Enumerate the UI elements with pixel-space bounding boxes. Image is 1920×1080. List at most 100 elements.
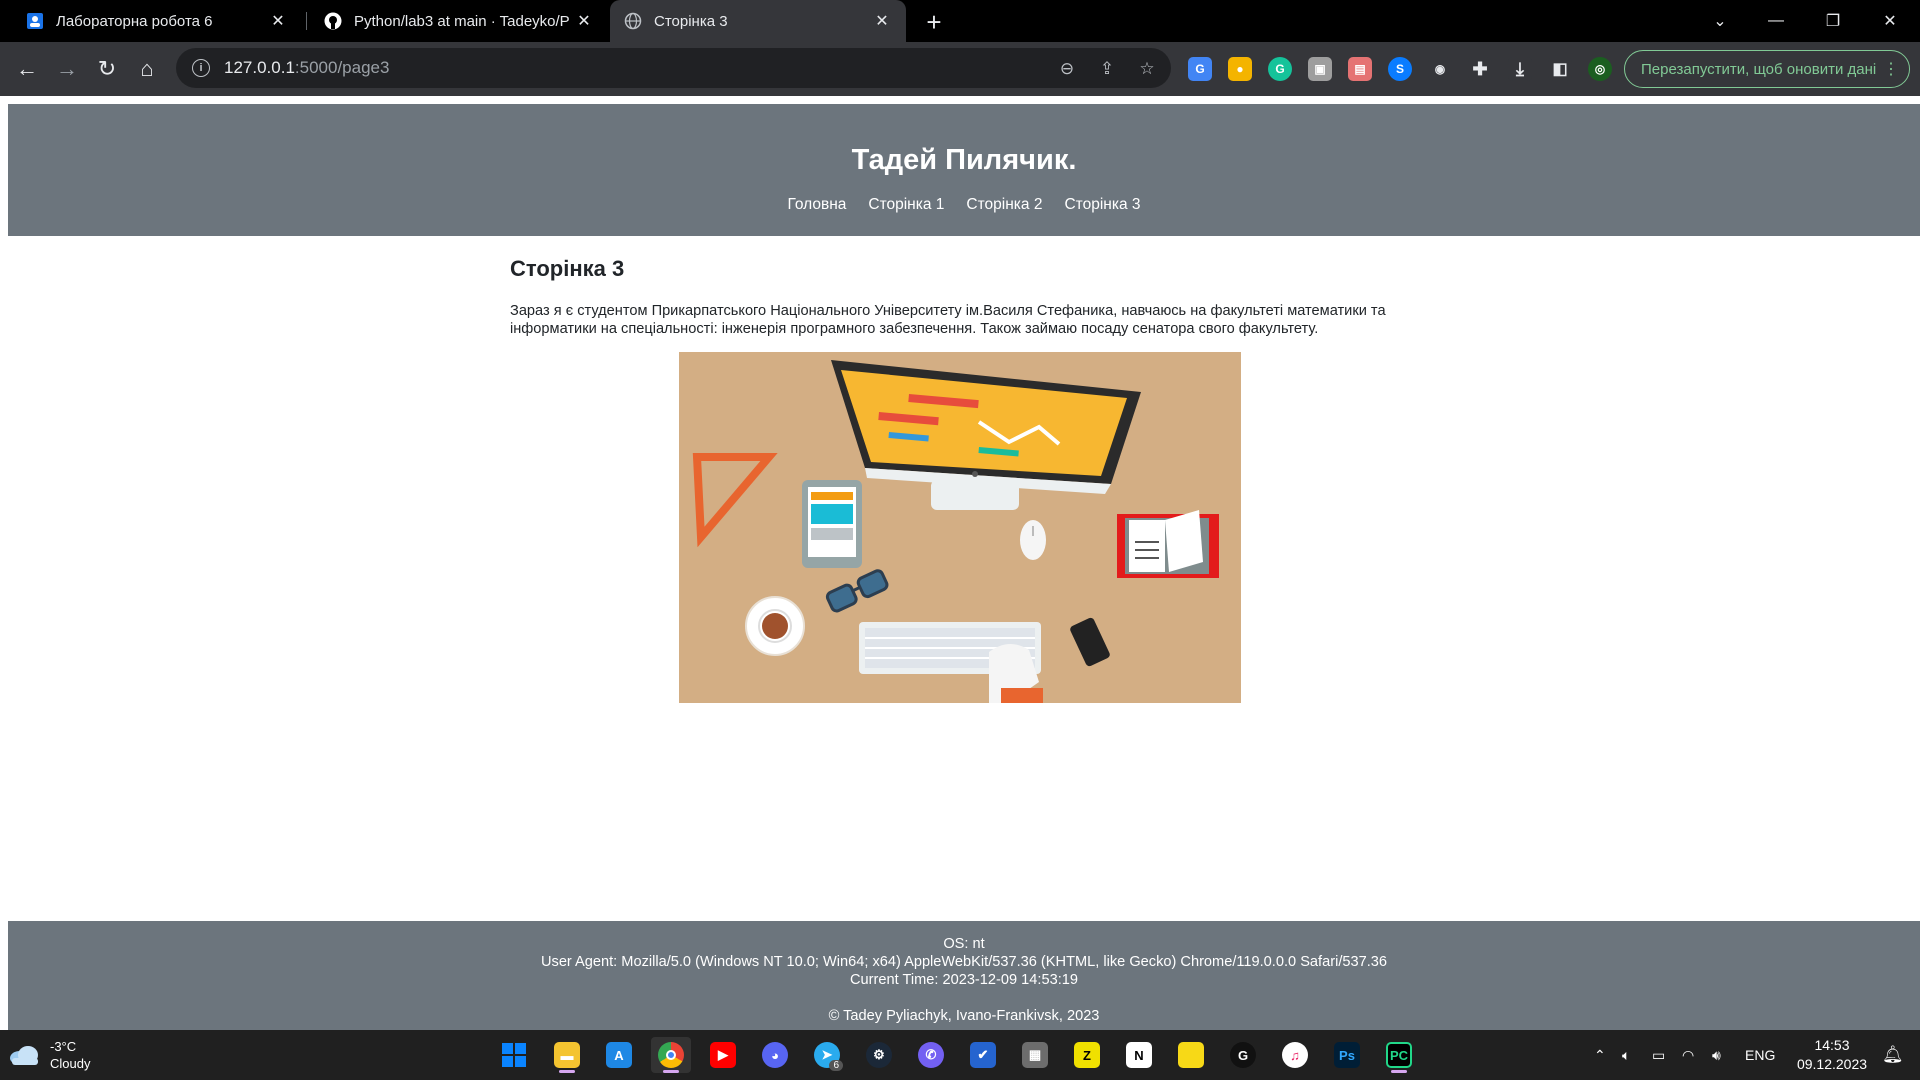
file-explorer-app[interactable]: ▬ <box>547 1037 587 1073</box>
avatar[interactable]: ◎ <box>1588 57 1612 81</box>
tab-github[interactable]: Python/lab3 at main · Tadeyko/P ✕ <box>310 0 608 42</box>
bookmark-star-icon[interactable]: ☆ <box>1136 58 1158 80</box>
windows-icon <box>501 1042 527 1068</box>
windows-taskbar: -3°C Cloudy ▬ A ▶ ◕ ➤ 6 ⚙ ✆ ✔ ▦ Z N G ♫ P… <box>0 1030 1920 1080</box>
relaunch-button[interactable]: Перезапустити, щоб оновити дані ⋮ <box>1624 50 1910 88</box>
logitech-icon: G <box>1230 1042 1256 1068</box>
globe-icon <box>624 12 642 30</box>
weather-temp: -3°C <box>50 1039 77 1054</box>
app-store-icon: A <box>606 1042 632 1068</box>
close-icon[interactable]: ✕ <box>268 11 288 31</box>
language-indicator[interactable]: ENG <box>1745 1030 1775 1080</box>
speaker-icon[interactable]: 🔈︎ <box>1622 1030 1630 1080</box>
shazam-icon[interactable]: S <box>1388 57 1412 81</box>
discord-icon: ◕ <box>762 1042 788 1068</box>
pycharm-app[interactable]: PC <box>1379 1037 1419 1073</box>
itunes-app[interactable]: ♫ <box>1275 1037 1315 1073</box>
tab-search-icon[interactable]: ⌄ <box>1692 0 1748 42</box>
print-extension-icon[interactable]: ▤ <box>1348 57 1372 81</box>
close-icon[interactable]: ✕ <box>574 11 594 31</box>
nav-link-home[interactable]: Головна <box>787 196 846 214</box>
menu-dots-icon[interactable]: ⋮ <box>1883 59 1899 79</box>
url-text[interactable]: 127.0.0.1:5000/page3 <box>224 58 389 78</box>
share-icon[interactable]: ⇪ <box>1096 58 1118 80</box>
running-indicator <box>663 1070 679 1073</box>
content-divider <box>0 96 1920 104</box>
weather-widget[interactable]: -3°C Cloudy <box>8 1038 90 1072</box>
download-icon[interactable]: ⤓ <box>1508 57 1532 81</box>
browser-toolbar: ← → ↻ ⌂ i 127.0.0.1:5000/page3 ⊖ ⇪ ☆ G ●… <box>0 42 1920 96</box>
footer-os: OS: nt <box>943 936 985 952</box>
url-host: 127.0.0.1 <box>224 58 295 77</box>
close-icon[interactable]: ✕ <box>872 11 892 31</box>
steam-icon: ⚙ <box>866 1042 892 1068</box>
puzzle-icon[interactable]: ✚ <box>1468 57 1492 81</box>
github-icon <box>324 12 342 30</box>
clock-date: 09.12.2023 <box>1796 1056 1868 1072</box>
telegram-app[interactable]: ➤ 6 <box>807 1037 847 1073</box>
chrome-app[interactable] <box>651 1037 691 1073</box>
site-header: Тадей Пилячик. Головна Сторінка 1 Сторін… <box>8 104 1920 236</box>
tab-page3[interactable]: Сторінка 3 ✕ <box>610 0 906 42</box>
running-indicator <box>559 1070 575 1073</box>
reload-button[interactable]: ↻ <box>90 52 124 86</box>
forward-button[interactable]: → <box>50 52 84 86</box>
tab-separator <box>306 12 307 30</box>
home-button[interactable]: ⌂ <box>130 52 164 86</box>
app-store-app[interactable]: A <box>599 1037 639 1073</box>
info-icon[interactable]: i <box>192 59 210 77</box>
nav-link-page1[interactable]: Сторінка 1 <box>868 196 944 214</box>
viber-app[interactable]: ✆ <box>911 1037 951 1073</box>
notification-bell-icon[interactable]: 🔔︎ <box>1882 1030 1904 1080</box>
workspace-illustration <box>679 352 1241 703</box>
volume-icon[interactable]: 🔊︎ <box>1712 1030 1721 1080</box>
battery-icon[interactable]: ▭ <box>1652 1030 1665 1080</box>
window-close-button[interactable]: ✕ <box>1862 0 1918 42</box>
extension-icon[interactable]: ▣ <box>1308 57 1332 81</box>
tray-chevron-icon[interactable]: ⌃ <box>1594 1030 1606 1080</box>
app-icon: Z <box>1074 1042 1100 1068</box>
nav-link-page2[interactable]: Сторінка 2 <box>966 196 1042 214</box>
cloud-icon <box>8 1044 40 1066</box>
notion-app[interactable]: N <box>1119 1037 1159 1073</box>
pycharm-icon: PC <box>1386 1042 1412 1068</box>
grammarly-icon[interactable]: G <box>1268 57 1292 81</box>
restore-button[interactable]: ❐ <box>1805 0 1861 42</box>
zoom-icon[interactable]: ⊖ <box>1056 58 1078 80</box>
page-paragraph: Зараз я є студентом Прикарпатського Наці… <box>510 303 1386 337</box>
youtube-app[interactable]: ▶ <box>703 1037 743 1073</box>
wifi-icon[interactable]: ◠ <box>1682 1030 1694 1080</box>
tab-title: Python/lab3 at main · Tadeyko/P <box>354 12 570 30</box>
tab-lab-work[interactable]: Лабораторна робота 6 ✕ <box>12 0 302 42</box>
footer-time: Current Time: 2023-12-09 14:53:19 <box>850 972 1078 988</box>
tab-title: Сторінка 3 <box>654 12 728 30</box>
tiktok-app[interactable]: Z <box>1067 1037 1107 1073</box>
site-footer: OS: nt User Agent: Mozilla/5.0 (Windows … <box>8 921 1920 1030</box>
address-bar[interactable]: i 127.0.0.1:5000/page3 ⊖ ⇪ ☆ <box>176 48 1171 88</box>
google-translate-icon[interactable]: G <box>1188 57 1212 81</box>
sticky-note-icon <box>1178 1042 1204 1068</box>
back-button[interactable]: ← <box>10 52 44 86</box>
sticky-notes-app[interactable] <box>1171 1037 1211 1073</box>
start-button[interactable] <box>494 1037 534 1073</box>
photoshop-app[interactable]: Ps <box>1327 1037 1367 1073</box>
clock[interactable]: 14:53 09.12.2023 <box>1782 1036 1882 1074</box>
todo-app[interactable]: ✔ <box>963 1037 1003 1073</box>
calculator-app[interactable]: ▦ <box>1015 1037 1055 1073</box>
viber-icon: ✆ <box>918 1042 944 1068</box>
page-title: Сторінка 3 <box>510 256 625 281</box>
checkmark-icon: ✔ <box>970 1042 996 1068</box>
tracker-icon[interactable]: ◉ <box>1428 57 1452 81</box>
discord-app[interactable]: ◕ <box>755 1037 795 1073</box>
side-panel-icon[interactable]: ◧ <box>1548 57 1572 81</box>
music-icon: ♫ <box>1282 1042 1308 1068</box>
minimize-button[interactable]: — <box>1748 0 1804 42</box>
keep-icon[interactable]: ● <box>1228 57 1252 81</box>
youtube-icon: ▶ <box>710 1042 736 1068</box>
nav-link-page3[interactable]: Сторінка 3 <box>1064 196 1140 214</box>
logitech-app[interactable]: G <box>1223 1037 1263 1073</box>
steam-app[interactable]: ⚙ <box>859 1037 899 1073</box>
url-path: :5000/page3 <box>294 58 390 77</box>
new-tab-button[interactable]: + <box>918 6 950 38</box>
clock-time: 14:53 <box>1814 1037 1850 1053</box>
